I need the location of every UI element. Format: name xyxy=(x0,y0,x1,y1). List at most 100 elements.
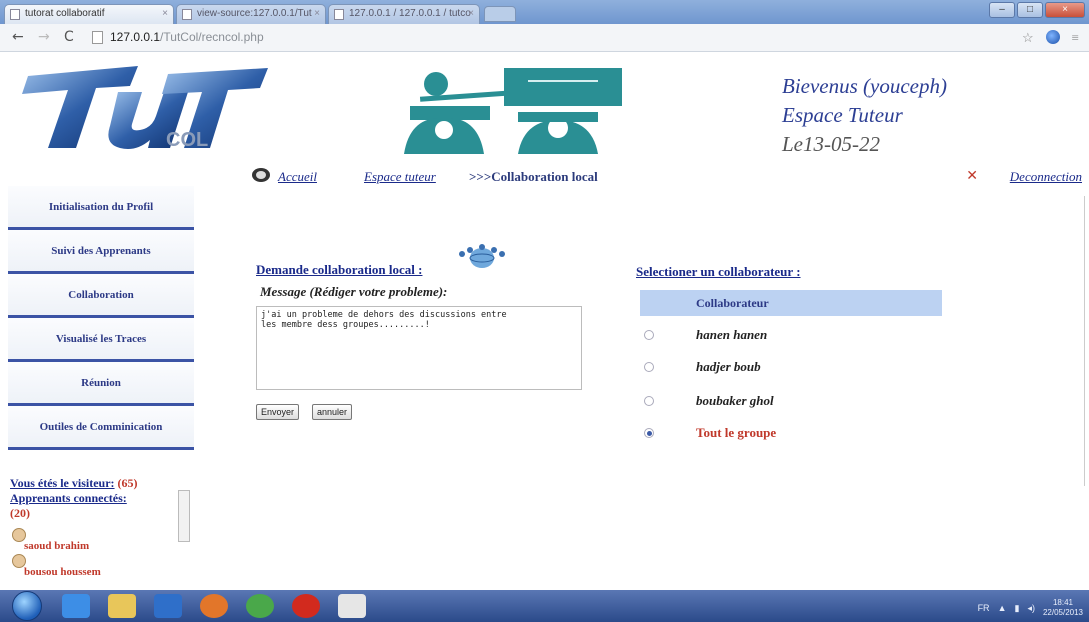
browser-tab[interactable]: view-source:127.0.0.1/Tut × xyxy=(176,4,326,24)
forward-icon[interactable]: → xyxy=(38,29,50,45)
star-icon[interactable]: ☆ xyxy=(1022,30,1034,46)
tab-label: tutorat collaboratif xyxy=(25,8,105,19)
volume-icon[interactable]: ◂) xyxy=(1027,603,1035,614)
page-icon xyxy=(10,9,20,20)
browser-tab-bar: tutorat collaboratif × view-source:127.0… xyxy=(0,0,1089,24)
url-path: /TutCol/recncol.php xyxy=(160,30,264,44)
start-button[interactable] xyxy=(12,591,42,621)
sidebar-menu: Initialisation du Profil Suivi des Appre… xyxy=(8,186,194,450)
sidebar-item-label: Outiles de Comminication xyxy=(39,420,163,433)
close-tab-icon[interactable]: × xyxy=(314,8,320,19)
welcome-text: Bievenus (youceph) xyxy=(782,74,947,98)
collaborator-radio[interactable] xyxy=(644,396,654,406)
collaborator-radio[interactable] xyxy=(644,330,654,340)
close-tab-icon[interactable]: × xyxy=(468,8,474,19)
tab-label: view-source:127.0.0.1/Tut xyxy=(197,8,312,19)
chrome-icon[interactable] xyxy=(246,594,274,618)
network-icon[interactable]: ▮ xyxy=(1014,603,1019,614)
table-header-cell xyxy=(640,290,688,316)
close-window-icon[interactable]: × xyxy=(1045,2,1085,18)
paint-icon[interactable] xyxy=(338,594,366,618)
collaborator-radio-selected[interactable] xyxy=(644,428,654,438)
outlook-icon[interactable] xyxy=(154,594,182,618)
list-item[interactable]: bousou houssem xyxy=(10,552,178,578)
sidebar-item-meeting[interactable]: Réunion xyxy=(8,362,194,406)
globe-icon[interactable] xyxy=(1045,30,1060,44)
connected-count: (20) xyxy=(10,506,30,520)
visitor-label: Vous étés le visiteur: xyxy=(10,476,115,490)
clock-time: 18:41 xyxy=(1052,598,1073,607)
home-icon[interactable] xyxy=(252,168,270,182)
sidebar-item-label: Visualisé les Traces xyxy=(55,332,147,345)
reload-icon[interactable]: C xyxy=(64,29,74,45)
sidebar-item-traces[interactable]: Visualisé les Traces xyxy=(8,318,194,362)
back-icon[interactable]: ← xyxy=(12,29,24,45)
page-icon xyxy=(92,31,103,44)
breadcrumb: Accueil Espace tuteur >>>Collaboration l… xyxy=(252,168,1082,190)
logo-sub-text: COL xyxy=(166,129,208,151)
sidebar-item-label: Réunion xyxy=(81,376,121,389)
users-scrollbar[interactable] xyxy=(178,490,190,542)
address-bar[interactable]: 127.0.0.1/TutCol/recncol.php xyxy=(90,28,970,48)
logout-icon[interactable]: ✕ xyxy=(966,168,978,184)
menu-icon[interactable]: ≡ xyxy=(1072,30,1079,46)
message-textarea[interactable] xyxy=(256,306,582,390)
table-row[interactable]: Tout le groupe xyxy=(640,424,940,446)
table-row[interactable]: boubaker ghol xyxy=(640,392,940,414)
collaborator-name: Tout le groupe xyxy=(696,425,777,440)
form-title: Demande collaboration local : xyxy=(256,262,423,277)
message-label: Message (Rédiger votre probleme): xyxy=(260,284,448,299)
logout-link[interactable]: Deconnection xyxy=(1010,169,1082,185)
os-taskbar: FR ▲ ▮ ◂) 18:41 22/05/2013 xyxy=(0,590,1089,622)
breadcrumb-space-link[interactable]: Espace tuteur xyxy=(364,169,436,185)
clock-date: 22/05/2013 xyxy=(1042,608,1083,617)
sidebar-item-label: Suivi des Apprenants xyxy=(51,244,151,257)
content-divider xyxy=(1084,196,1085,486)
table-row[interactable]: hadjer boub xyxy=(640,358,940,380)
collaborator-radio[interactable] xyxy=(644,362,654,372)
tray-arrow-icon[interactable]: ▲ xyxy=(998,603,1007,613)
space-title: Espace Tuteur xyxy=(782,103,903,127)
sidebar-item-collaboration[interactable]: Collaboration xyxy=(8,274,194,318)
cancel-button[interactable]: annuler xyxy=(312,404,353,420)
ie-icon[interactable] xyxy=(62,594,90,618)
language-indicator[interactable]: FR xyxy=(978,603,990,613)
collaboration-illustration xyxy=(404,68,622,154)
sidebar-item-communication[interactable]: Outiles de Comminication xyxy=(8,406,194,450)
connected-users-list: saoud brahim bousou houssem xyxy=(10,526,178,578)
minimize-icon[interactable]: – xyxy=(989,2,1015,18)
opera-icon[interactable] xyxy=(292,594,320,618)
user-name: saoud brahim xyxy=(24,540,90,552)
clock[interactable]: 18:41 22/05/2013 xyxy=(1043,598,1083,618)
breadcrumb-current: >>>Collaboration local xyxy=(469,169,598,184)
maximize-icon[interactable]: □ xyxy=(1017,2,1043,18)
sidebar-item-label: Initialisation du Profil xyxy=(48,200,154,213)
breadcrumb-home-link[interactable]: Accueil xyxy=(278,169,317,185)
sidebar-item-profile[interactable]: Initialisation du Profil xyxy=(8,186,194,230)
browser-toolbar: ← → C 127.0.0.1/TutCol/recncol.php ☆ ≡ xyxy=(0,24,1089,52)
visitor-info: Vous étés le visiteur: (65) Apprenants c… xyxy=(10,476,178,521)
collaborator-name: hanen hanen xyxy=(696,327,768,342)
sidebar-item-learners[interactable]: Suivi des Apprenants xyxy=(8,230,194,274)
collaborator-name: boubaker ghol xyxy=(696,393,774,408)
system-tray: FR ▲ ▮ ◂) 18:41 22/05/2013 xyxy=(978,598,1083,618)
user-name: bousou houssem xyxy=(24,566,101,578)
table-row[interactable]: hanen hanen xyxy=(640,326,940,348)
browser-tab[interactable]: 127.0.0.1 / 127.0.0.1 / tutco × xyxy=(328,4,480,24)
tab-label: 127.0.0.1 / 127.0.0.1 / tutco xyxy=(349,8,471,19)
url-host: 127.0.0.1 xyxy=(110,30,161,44)
close-tab-icon[interactable]: × xyxy=(162,8,168,19)
folder-icon[interactable] xyxy=(108,594,136,618)
welcome-block: Bievenus (youceph) Espace Tuteur Le13-05… xyxy=(782,72,947,159)
firefox-icon[interactable] xyxy=(200,594,228,618)
collaborator-title: Selectioner un collaborateur : xyxy=(636,264,801,279)
page-icon xyxy=(182,9,192,20)
list-item[interactable]: saoud brahim xyxy=(10,526,178,552)
visitor-count: (65) xyxy=(117,476,138,490)
sidebar-item-label: Collaboration xyxy=(68,288,134,301)
send-button[interactable]: Envoyer xyxy=(256,404,300,420)
browser-tab-active[interactable]: tutorat collaboratif × xyxy=(4,4,174,24)
new-tab-button[interactable] xyxy=(484,6,516,22)
avatar-icon xyxy=(12,528,26,542)
collaborator-name: hadjer boub xyxy=(696,359,761,374)
